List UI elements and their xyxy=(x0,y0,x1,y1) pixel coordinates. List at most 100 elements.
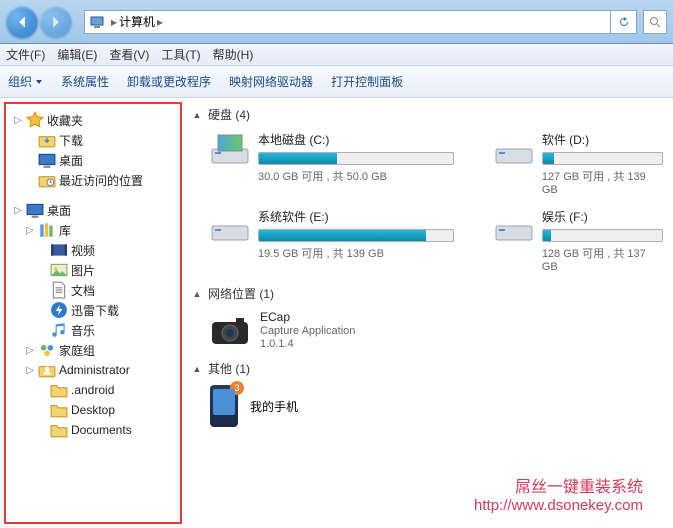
download-icon xyxy=(38,132,56,148)
nav-forward-button[interactable] xyxy=(40,6,72,38)
tree-music[interactable]: 音乐 xyxy=(6,320,180,340)
tree-label: 图片 xyxy=(71,262,95,279)
tree-recent[interactable]: 最近访问的位置 xyxy=(6,170,180,190)
usage-fill xyxy=(259,153,337,164)
star-icon xyxy=(26,112,44,128)
item-name: ECap xyxy=(260,310,355,324)
nav-back-button[interactable] xyxy=(6,6,38,38)
expand-icon[interactable]: ▷ xyxy=(22,365,38,376)
tree-user-desktop[interactable]: Desktop xyxy=(6,400,180,420)
tree-label: 音乐 xyxy=(71,322,95,339)
usage-fill xyxy=(543,153,554,164)
recent-icon xyxy=(38,172,56,188)
computer-icon xyxy=(89,14,105,30)
tree-documents[interactable]: 文档 xyxy=(6,280,180,300)
titlebar: ▸ 计算机 ▸ xyxy=(0,0,673,44)
address-bar[interactable]: ▸ 计算机 ▸ xyxy=(84,10,611,34)
watermark-title: 屌丝一键重装系统 xyxy=(474,473,643,497)
tree-label: 迅雷下载 xyxy=(71,302,119,319)
drive-c[interactable]: 本地磁盘 (C:) 30.0 GB 可用 , 共 50.0 GB xyxy=(210,131,454,196)
homegroup-icon xyxy=(38,342,56,358)
expand-icon[interactable]: ▷ xyxy=(10,115,26,126)
tree-android[interactable]: .android xyxy=(6,380,180,400)
badge-count: 3 xyxy=(230,381,244,395)
library-icon xyxy=(38,222,56,238)
system-properties-button[interactable]: 系统属性 xyxy=(61,73,109,90)
drive-f[interactable]: 娱乐 (F:) 128 GB 可用 , 共 137 GB xyxy=(494,208,663,273)
picture-icon xyxy=(50,262,68,278)
drive-d[interactable]: 软件 (D:) 127 GB 可用 , 共 139 GB xyxy=(494,131,663,196)
uninstall-button[interactable]: 卸载或更改程序 xyxy=(127,73,211,90)
collapse-icon[interactable]: ▲ xyxy=(192,289,202,299)
map-drive-button[interactable]: 映射网络驱动器 xyxy=(229,73,313,90)
other-phone[interactable]: 3 我的手机 xyxy=(210,385,663,427)
organize-button[interactable]: 组织 xyxy=(8,73,43,90)
tree-libraries[interactable]: ▷ 库 xyxy=(6,220,180,240)
section-other[interactable]: ▲ 其他 (1) xyxy=(192,360,663,377)
drive-e[interactable]: 系统软件 (E:) 19.5 GB 可用 , 共 139 GB xyxy=(210,208,454,273)
search-input[interactable] xyxy=(643,10,667,34)
folder-icon xyxy=(50,402,68,418)
menu-tools[interactable]: 工具(T) xyxy=(161,46,200,63)
drive-icon xyxy=(210,131,250,167)
tree-label: 文档 xyxy=(71,282,95,299)
menu-view[interactable]: 查看(V) xyxy=(109,46,149,63)
expand-icon[interactable]: ▷ xyxy=(22,345,38,356)
section-title: 硬盘 (4) xyxy=(208,106,250,123)
menu-file[interactable]: 文件(F) xyxy=(6,46,45,63)
expand-icon[interactable]: ▷ xyxy=(10,205,26,216)
desktop-icon xyxy=(38,152,56,168)
drive-name: 软件 (D:) xyxy=(542,131,663,148)
drive-icon xyxy=(494,131,534,167)
drive-name: 系统软件 (E:) xyxy=(258,208,454,225)
section-title: 网络位置 (1) xyxy=(208,285,274,302)
tree-desktop[interactable]: 桌面 xyxy=(6,150,180,170)
tree-favorites[interactable]: ▷ 收藏夹 xyxy=(6,110,180,130)
menu-edit[interactable]: 编辑(E) xyxy=(57,46,97,63)
navigation-tree: ▷ 收藏夹 下载 桌面 最近访问的位置 ▷ 桌面 ▷ 库 视频 图片 文档 迅雷… xyxy=(4,102,182,524)
tree-label: 桌面 xyxy=(59,152,83,169)
drive-icon xyxy=(494,208,534,244)
tree-pictures[interactable]: 图片 xyxy=(6,260,180,280)
tree-thunder[interactable]: 迅雷下载 xyxy=(6,300,180,320)
document-icon xyxy=(50,282,68,298)
refresh-button[interactable] xyxy=(611,10,637,34)
item-version: 1.0.1.4 xyxy=(260,338,355,350)
usage-fill xyxy=(543,230,551,241)
desktop-icon xyxy=(26,202,44,218)
expand-icon[interactable]: ▷ xyxy=(22,225,38,236)
tree-label: 下载 xyxy=(59,132,83,149)
menu-help[interactable]: 帮助(H) xyxy=(213,46,254,63)
usage-bar xyxy=(258,229,454,242)
tree-desktop-root[interactable]: ▷ 桌面 xyxy=(6,200,180,220)
section-hard-drives[interactable]: ▲ 硬盘 (4) xyxy=(192,106,663,123)
tree-videos[interactable]: 视频 xyxy=(6,240,180,260)
tree-label: 视频 xyxy=(71,242,95,259)
tree-label: 家庭组 xyxy=(59,342,95,359)
tree-user-documents[interactable]: Documents xyxy=(6,420,180,440)
drive-name: 本地磁盘 (C:) xyxy=(258,131,454,148)
drive-stats: 30.0 GB 可用 , 共 50.0 GB xyxy=(258,168,454,184)
netloc-ecap[interactable]: ECap Capture Application 1.0.1.4 xyxy=(210,310,663,350)
collapse-icon[interactable]: ▲ xyxy=(192,364,202,374)
drive-stats: 127 GB 可用 , 共 139 GB xyxy=(542,168,663,196)
crumb-computer[interactable]: 计算机 xyxy=(119,13,155,30)
control-panel-button[interactable]: 打开控制面板 xyxy=(331,73,403,90)
phone-icon: 3 xyxy=(210,385,238,427)
crumb-sep-icon: ▸ xyxy=(157,15,163,29)
item-sub: Capture Application xyxy=(260,325,355,337)
watermark-url: http://www.dsonekey.com xyxy=(474,497,643,514)
drive-icon xyxy=(210,208,250,244)
section-network-location[interactable]: ▲ 网络位置 (1) xyxy=(192,285,663,302)
toolbar: 组织 系统属性 卸载或更改程序 映射网络驱动器 打开控制面板 xyxy=(0,66,673,98)
video-icon xyxy=(50,242,68,258)
tree-label: Documents xyxy=(71,423,132,437)
tree-user[interactable]: ▷ Administrator xyxy=(6,360,180,380)
crumb-sep-icon: ▸ xyxy=(111,15,117,29)
watermark: 屌丝一键重装系统 http://www.dsonekey.com xyxy=(474,473,643,514)
tree-downloads[interactable]: 下载 xyxy=(6,130,180,150)
usage-fill xyxy=(259,230,426,241)
collapse-icon[interactable]: ▲ xyxy=(192,110,202,120)
tree-homegroup[interactable]: ▷ 家庭组 xyxy=(6,340,180,360)
tree-label: 收藏夹 xyxy=(47,112,83,129)
